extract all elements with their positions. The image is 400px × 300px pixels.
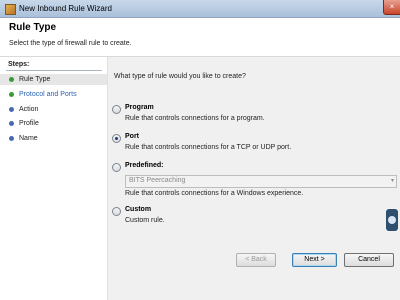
wizard-header: Rule Type Select the type of firewall ru… bbox=[0, 18, 400, 57]
page-subtitle: Select the type of firewall rule to crea… bbox=[9, 40, 132, 47]
steps-sidebar: Steps: Rule Type Protocol and Ports Acti… bbox=[0, 57, 108, 300]
next-button[interactable]: Next > bbox=[292, 253, 337, 267]
radio-custom[interactable] bbox=[112, 207, 121, 216]
option-title[interactable]: Program bbox=[125, 104, 154, 111]
step-status-dot-icon bbox=[9, 92, 14, 97]
cancel-button[interactable]: Cancel bbox=[344, 253, 394, 267]
rule-type-question: What type of rule would you like to crea… bbox=[114, 73, 246, 80]
radio-program[interactable] bbox=[112, 105, 121, 114]
step-protocol-and-ports[interactable]: Protocol and Ports bbox=[0, 89, 107, 100]
title-bar[interactable]: New Inbound Rule Wizard × bbox=[0, 0, 400, 18]
steps-divider bbox=[6, 70, 102, 71]
option-title[interactable]: Predefined: bbox=[125, 162, 164, 169]
page-title: Rule Type bbox=[9, 22, 57, 33]
option-description: Rule that controls connections for a TCP… bbox=[125, 144, 292, 151]
step-status-dot-icon bbox=[9, 121, 14, 126]
predefined-select[interactable]: BITS Peercaching ▾ bbox=[125, 175, 397, 188]
option-description: Custom rule. bbox=[125, 217, 165, 224]
step-status-dot-icon bbox=[9, 77, 14, 82]
back-button[interactable]: < Back bbox=[236, 253, 276, 267]
step-action: Action bbox=[0, 104, 107, 115]
step-status-dot-icon bbox=[9, 136, 14, 141]
chevron-down-icon[interactable]: ▾ bbox=[391, 177, 394, 184]
steps-heading: Steps: bbox=[8, 61, 30, 68]
close-button[interactable]: × bbox=[383, 0, 400, 15]
radio-predefined[interactable] bbox=[112, 163, 121, 172]
option-title[interactable]: Custom bbox=[125, 206, 151, 213]
predefined-select-value: BITS Peercaching bbox=[129, 177, 186, 184]
radio-port[interactable] bbox=[112, 134, 121, 143]
step-label: Action bbox=[19, 106, 39, 113]
step-label: Profile bbox=[19, 120, 39, 127]
step-label: Name bbox=[19, 135, 38, 142]
window-title: New Inbound Rule Wizard bbox=[19, 4, 112, 13]
step-rule-type: Rule Type bbox=[0, 74, 107, 85]
wizard-window: New Inbound Rule Wizard × Rule Type Sele… bbox=[0, 0, 400, 300]
option-description: Rule that controls connections for a pro… bbox=[125, 115, 265, 122]
side-tab-handle[interactable] bbox=[386, 209, 398, 231]
option-title[interactable]: Port bbox=[125, 133, 139, 140]
firewall-app-icon bbox=[5, 4, 16, 15]
step-profile: Profile bbox=[0, 118, 107, 129]
side-tab-icon bbox=[388, 216, 396, 224]
step-status-dot-icon bbox=[9, 107, 14, 112]
step-name: Name bbox=[0, 133, 107, 144]
step-label: Rule Type bbox=[19, 76, 51, 83]
step-label[interactable]: Protocol and Ports bbox=[19, 91, 77, 98]
predefined-description: Rule that controls connections for a Win… bbox=[125, 190, 304, 197]
